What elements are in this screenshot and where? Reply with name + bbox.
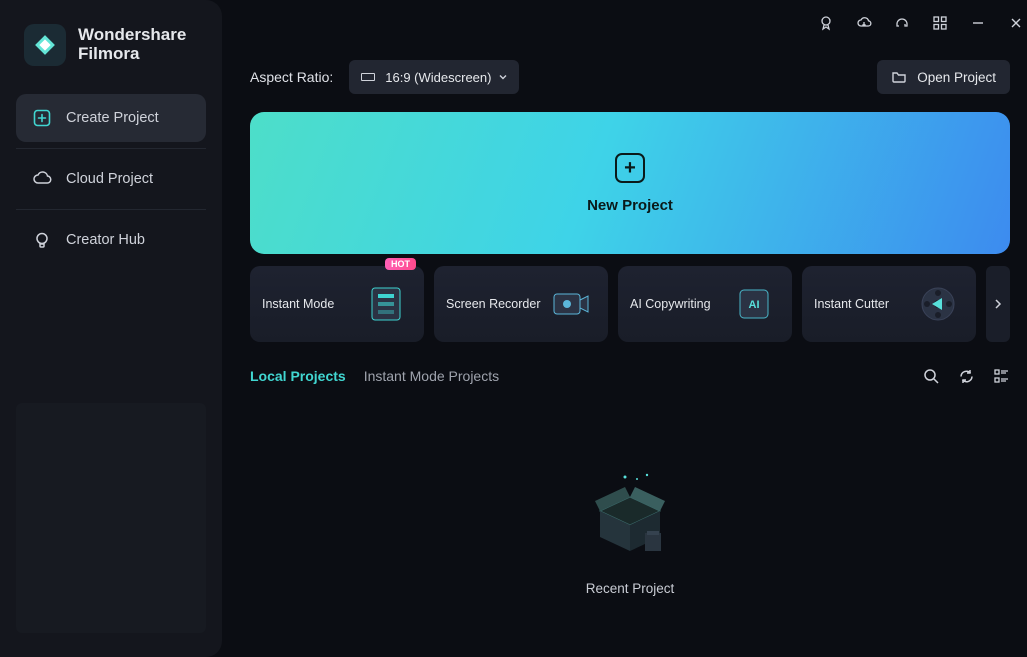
ai-chip-icon: AI <box>728 278 780 330</box>
sidebar-item-label: Creator Hub <box>66 232 145 248</box>
open-project-label: Open Project <box>917 70 996 85</box>
new-project-hero[interactable]: + New Project <box>250 112 1010 254</box>
grid-icon[interactable] <box>930 13 950 33</box>
card-screen-recorder[interactable]: Screen Recorder <box>434 266 608 342</box>
card-label: Instant Mode <box>262 297 334 311</box>
cloud-download-icon[interactable] <box>854 13 874 33</box>
card-label: Instant Cutter <box>814 297 889 311</box>
plus-square-icon <box>32 108 52 128</box>
card-instant-mode[interactable]: HOT Instant Mode <box>250 266 424 342</box>
chevron-down-icon <box>497 71 509 83</box>
next-card-button[interactable] <box>986 266 1010 342</box>
card-instant-cutter[interactable]: Instant Cutter <box>802 266 976 342</box>
divider <box>16 209 206 210</box>
film-reel-icon <box>912 278 964 330</box>
sidebar-item-cloud-project[interactable]: Cloud Project <box>16 155 206 203</box>
brand-logo: Wondershare Filmora <box>16 24 206 66</box>
card-label: Screen Recorder <box>446 297 541 311</box>
aspect-ratio-value: 16:9 (Widescreen) <box>385 70 491 85</box>
titlebar <box>222 0 1027 36</box>
card-label: AI Copywriting <box>630 297 711 311</box>
promo-panel <box>16 403 206 633</box>
sidebar-item-label: Create Project <box>66 110 159 126</box>
list-view-icon[interactable] <box>993 368 1010 385</box>
top-controls: Aspect Ratio: 16:9 (Widescreen) Open Pro… <box>250 60 1010 94</box>
close-button[interactable] <box>1006 13 1026 33</box>
open-project-button[interactable]: Open Project <box>877 60 1010 94</box>
hot-badge: HOT <box>385 258 416 270</box>
project-tabs: Local Projects Instant Mode Projects <box>250 364 1010 388</box>
plus-icon: + <box>615 153 645 183</box>
aspect-ratio-icon <box>361 73 375 81</box>
tab-local-projects[interactable]: Local Projects <box>250 364 346 388</box>
empty-state-label: Recent Project <box>586 581 675 596</box>
tab-instant-mode-projects[interactable]: Instant Mode Projects <box>364 364 499 388</box>
sidebar: Wondershare Filmora Create Project Cloud… <box>0 0 222 657</box>
feature-cards: HOT Instant Mode Screen Recorder AI Copy… <box>250 266 1010 342</box>
divider <box>16 148 206 149</box>
medal-icon[interactable] <box>816 13 836 33</box>
folder-icon <box>891 69 907 85</box>
empty-state: Recent Project <box>250 388 1010 657</box>
aspect-ratio-dropdown[interactable]: 16:9 (Widescreen) <box>349 60 519 94</box>
camera-icon <box>544 278 596 330</box>
bulb-icon <box>32 230 52 250</box>
empty-box-icon <box>575 461 685 561</box>
new-project-label: New Project <box>587 197 673 214</box>
sidebar-item-label: Cloud Project <box>66 171 153 187</box>
refresh-icon[interactable] <box>958 368 975 385</box>
sidebar-item-create-project[interactable]: Create Project <box>16 94 206 142</box>
svg-text:AI: AI <box>749 299 760 311</box>
sidebar-item-creator-hub[interactable]: Creator Hub <box>16 216 206 264</box>
cloud-icon <box>32 169 52 189</box>
aspect-ratio-label: Aspect Ratio: <box>250 69 333 85</box>
logo-icon <box>24 24 66 66</box>
minimize-button[interactable] <box>968 13 988 33</box>
headset-icon[interactable] <box>892 13 912 33</box>
search-icon[interactable] <box>923 368 940 385</box>
film-stack-icon <box>360 278 412 330</box>
card-ai-copywriting[interactable]: AI Copywriting AI <box>618 266 792 342</box>
brand-name: Wondershare Filmora <box>78 26 186 63</box>
